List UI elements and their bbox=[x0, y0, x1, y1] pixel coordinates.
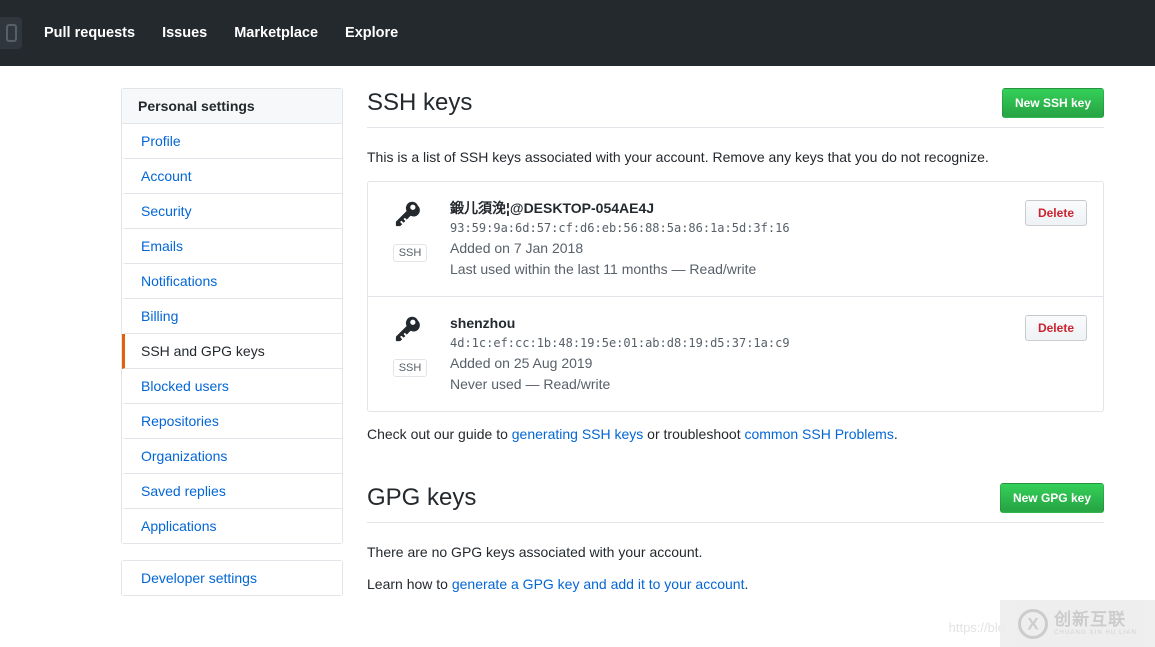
watermark-chinese-name: 创新互联 bbox=[1054, 609, 1127, 629]
ssh-key-usage: Last used within the last 11 months — Re… bbox=[450, 261, 757, 277]
sidebar-item-emails[interactable]: Emails bbox=[122, 229, 342, 264]
nav-link-pull-requests[interactable]: Pull requests bbox=[44, 25, 135, 41]
key-icon bbox=[393, 315, 427, 354]
ssh-key-fingerprint: 93:59:9a:6d:57:cf:d6:eb:56:88:5a:86:1a:5… bbox=[450, 221, 790, 235]
ssh-keys-intro-text: This is a list of SSH keys associated wi… bbox=[367, 149, 989, 165]
sidebar-item-organizations[interactable]: Organizations bbox=[122, 439, 342, 474]
ssh-help-middle: or troubleshoot bbox=[643, 426, 745, 442]
watermark-url: https://blo bbox=[948, 620, 1005, 635]
ssh-key-badge: SSH bbox=[384, 198, 436, 262]
sidebar-item-blocked-users[interactable]: Blocked users bbox=[122, 369, 342, 404]
github-mark-icon[interactable] bbox=[0, 17, 22, 49]
ssh-key-type-badge: SSH bbox=[392, 244, 428, 262]
generating-ssh-keys-link[interactable]: generating SSH keys bbox=[512, 426, 644, 442]
sidebar-heading: Personal settings bbox=[122, 89, 342, 124]
ssh-keys-title: SSH keys bbox=[367, 89, 473, 116]
ssh-key-added-date: Added on 7 Jan 2018 bbox=[450, 240, 584, 256]
delete-ssh-key-button[interactable]: Delete bbox=[1024, 315, 1087, 341]
generate-gpg-key-link[interactable]: generate a GPG key and add it to your ac… bbox=[452, 576, 745, 592]
ssh-help-prefix: Check out our guide to bbox=[367, 426, 512, 442]
gpg-keys-title: GPG keys bbox=[367, 484, 477, 511]
ssh-key-added-date: Added on 25 Aug 2019 bbox=[450, 355, 593, 371]
sidebar-item-applications[interactable]: Applications bbox=[122, 509, 342, 543]
primary-nav-links: Pull requests Issues Marketplace Explore bbox=[44, 25, 425, 41]
gpg-learn-suffix: . bbox=[744, 576, 749, 592]
key-icon bbox=[393, 200, 427, 239]
sidebar-item-developer-settings[interactable]: Developer settings bbox=[122, 561, 342, 595]
sidebar-item-account[interactable]: Account bbox=[122, 159, 342, 194]
ssh-keys-list: SSH 鍛儿須浼¦@DESKTOP-054AE4J 93:59:9a:6d:57… bbox=[367, 181, 1104, 412]
gpg-keys-section: GPG keys New GPG key There are no GPG ke… bbox=[367, 483, 1104, 592]
ssh-key-row: SSH shenzhou 4d:1c:ef:cc:1b:48:19:5e:01:… bbox=[368, 297, 1103, 411]
ssh-keys-header: SSH keys New SSH key bbox=[367, 88, 1104, 128]
ssh-key-fingerprint: 4d:1c:ef:cc:1b:48:19:5e:01:ab:d8:19:d5:3… bbox=[450, 336, 790, 350]
watermark-logo: 创新互联 CHUANG XIN HU LIAN bbox=[1000, 600, 1155, 647]
sidebar-item-saved-replies[interactable]: Saved replies bbox=[122, 474, 342, 509]
ssh-key-info: 鍛儿須浼¦@DESKTOP-054AE4J 93:59:9a:6d:57:cf:… bbox=[436, 198, 1025, 280]
sidebar-item-billing[interactable]: Billing bbox=[122, 299, 342, 334]
github-mark-glyph bbox=[6, 24, 17, 42]
gpg-learn-prefix: Learn how to bbox=[367, 576, 452, 592]
watermark-text: 创新互联 CHUANG XIN HU LIAN bbox=[1054, 610, 1137, 638]
new-ssh-key-button[interactable]: New SSH key bbox=[1001, 88, 1104, 118]
sidebar-item-ssh-and-gpg-keys[interactable]: SSH and GPG keys bbox=[122, 334, 342, 369]
ssh-help-line: Check out our guide to generating SSH ke… bbox=[367, 426, 1104, 442]
watermark-circle-x-icon bbox=[1018, 608, 1049, 639]
page-body: Personal settings Profile Account Securi… bbox=[0, 66, 1155, 596]
sidebar-item-notifications[interactable]: Notifications bbox=[122, 264, 342, 299]
ssh-key-row: SSH 鍛儿須浼¦@DESKTOP-054AE4J 93:59:9a:6d:57… bbox=[368, 182, 1103, 297]
top-navigation-bar: Pull requests Issues Marketplace Explore bbox=[0, 0, 1155, 66]
settings-sidebar: Personal settings Profile Account Securi… bbox=[121, 88, 343, 596]
ssh-key-title[interactable]: shenzhou bbox=[450, 313, 1025, 333]
gpg-empty-message: There are no GPG keys associated with yo… bbox=[367, 544, 703, 560]
ssh-key-info: shenzhou 4d:1c:ef:cc:1b:48:19:5e:01:ab:d… bbox=[436, 313, 1025, 395]
sidebar-item-profile[interactable]: Profile bbox=[122, 124, 342, 159]
nav-link-explore[interactable]: Explore bbox=[345, 25, 398, 41]
main-content: SSH keys New SSH key This is a list of S… bbox=[367, 88, 1104, 596]
sidebar-item-security[interactable]: Security bbox=[122, 194, 342, 229]
nav-link-issues[interactable]: Issues bbox=[162, 25, 207, 41]
watermark-pinyin: CHUANG XIN HU LIAN bbox=[1054, 629, 1137, 636]
sidebar-item-repositories[interactable]: Repositories bbox=[122, 404, 342, 439]
ssh-key-badge: SSH bbox=[384, 313, 436, 377]
delete-ssh-key-button[interactable]: Delete bbox=[1024, 200, 1087, 226]
personal-settings-menu: Personal settings Profile Account Securi… bbox=[121, 88, 343, 544]
new-gpg-key-button[interactable]: New GPG key bbox=[999, 483, 1104, 513]
ssh-help-suffix: . bbox=[893, 426, 898, 442]
developer-settings-menu: Developer settings bbox=[121, 560, 343, 596]
ssh-key-type-badge: SSH bbox=[392, 359, 428, 377]
nav-link-marketplace[interactable]: Marketplace bbox=[234, 25, 318, 41]
common-ssh-problems-link[interactable]: common SSH Problems bbox=[744, 426, 893, 442]
ssh-key-usage: Never used — Read/write bbox=[450, 376, 611, 392]
ssh-key-title[interactable]: 鍛儿須浼¦@DESKTOP-054AE4J bbox=[450, 198, 1025, 218]
gpg-keys-header: GPG keys New GPG key bbox=[367, 483, 1104, 523]
gpg-learn-line: Learn how to generate a GPG key and add … bbox=[367, 576, 1104, 592]
